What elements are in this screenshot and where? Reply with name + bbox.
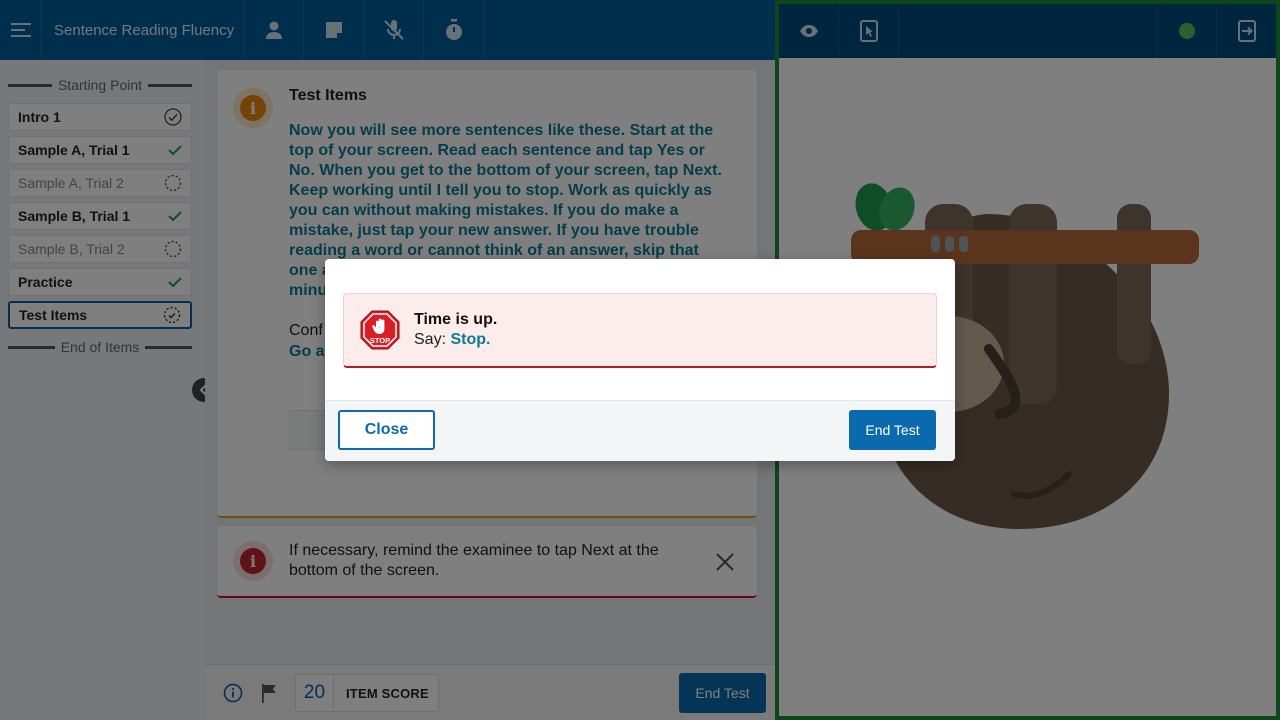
alert-say: Say: Stop. (414, 331, 490, 349)
say-prefix: Say: (414, 331, 447, 348)
stop-sign-text: STOP (370, 336, 390, 345)
time-up-dialog: STOP Time is up. Say: Stop. Close End Te… (325, 259, 955, 461)
time-up-alert: STOP Time is up. Say: Stop. (343, 293, 937, 368)
close-button[interactable]: Close (338, 410, 435, 450)
alert-title: Time is up. (414, 311, 498, 328)
say-value: Stop. (450, 331, 491, 348)
end-test-dialog-button[interactable]: End Test (849, 410, 936, 450)
dialog-footer: Close End Test (325, 400, 955, 461)
stop-sign-icon: STOP (360, 310, 400, 350)
